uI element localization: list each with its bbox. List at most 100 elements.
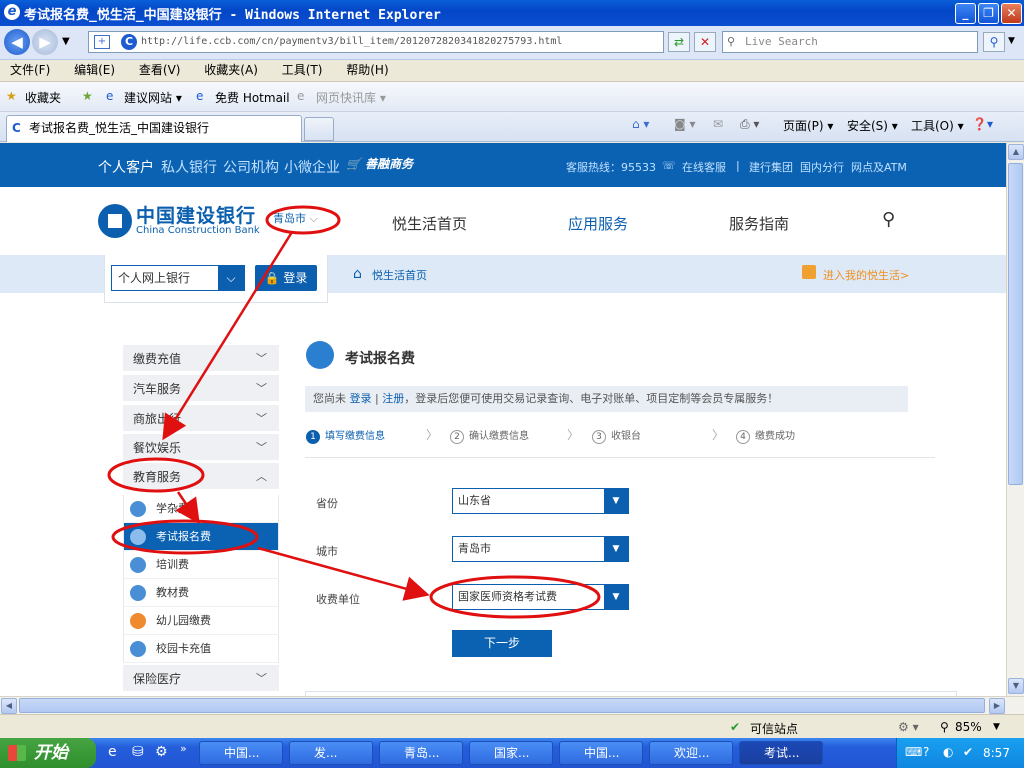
- book-icon: [130, 585, 146, 601]
- link-group[interactable]: 建行集团: [749, 159, 793, 175]
- network-icon[interactable]: ◐: [943, 745, 953, 759]
- scroll-down-icon[interactable]: ▼: [1008, 678, 1024, 694]
- back-button[interactable]: ◀: [4, 29, 30, 55]
- address-input[interactable]: http://life.ccb.com/cn/paymentv3/bill_it…: [88, 31, 664, 53]
- search-go-icon[interactable]: ⚲: [983, 32, 1005, 52]
- refresh-icon[interactable]: ⇄: [668, 32, 690, 52]
- nav-shanrong[interactable]: 🛒 善融商务: [346, 155, 413, 172]
- db-quicklaunch-icon[interactable]: ⛁: [132, 744, 144, 760]
- unit-select[interactable]: 国家医师资格考试费 ▼: [452, 584, 629, 610]
- tools-menu[interactable]: 工具(O) ▾: [911, 117, 964, 134]
- task-item[interactable]: 国家...: [469, 741, 553, 765]
- nav-app-services[interactable]: 应用服务: [568, 213, 628, 234]
- vertical-scrollbar[interactable]: ▲ ▼: [1006, 143, 1024, 696]
- bank-type-select[interactable]: 个人网上银行 ⌵: [111, 265, 245, 291]
- fav-hotmail[interactable]: 免费 Hotmail: [215, 89, 290, 106]
- print-icon[interactable]: ⎙ ▾: [740, 117, 759, 132]
- menu-view[interactable]: 查看(V): [139, 60, 181, 81]
- add-icon[interactable]: +: [94, 35, 110, 49]
- tab-current[interactable]: C 考试报名费_悦生活_中国建设银行: [6, 115, 302, 142]
- menu-tools[interactable]: 工具(T): [282, 60, 323, 81]
- start-button[interactable]: 开始: [0, 738, 96, 768]
- notice-login-link[interactable]: 登录: [350, 392, 372, 405]
- ie-quicklaunch-icon[interactable]: e: [108, 744, 117, 760]
- feeds-icon[interactable]: ◙ ▾: [674, 117, 695, 131]
- search-input[interactable]: Live Search: [722, 31, 978, 53]
- breadcrumb-home[interactable]: 悦生活首页: [372, 267, 427, 283]
- chevron-down-icon: ﹀: [256, 382, 267, 395]
- notice-register-link[interactable]: 注册: [382, 392, 404, 405]
- history-dropdown-icon[interactable]: ▼: [62, 36, 70, 47]
- sidebar-item-exam-fee[interactable]: 考试报名费: [123, 523, 279, 551]
- add-favorite-icon[interactable]: ★: [82, 89, 93, 103]
- menu-edit[interactable]: 编辑(E): [74, 60, 115, 81]
- nav-service-guide[interactable]: 服务指南: [729, 213, 789, 234]
- sidebar-cat-dining[interactable]: 餐饮娱乐 ﹀: [123, 434, 279, 462]
- sidebar-cat-auto[interactable]: 汽车服务 ﹀: [123, 375, 279, 403]
- minimize-button[interactable]: _: [955, 3, 976, 24]
- sidebar-item-training[interactable]: 培训费: [123, 551, 279, 579]
- sidebar-cat-insurance[interactable]: 保险医疗 ﹀: [123, 665, 279, 693]
- stop-icon[interactable]: ✕: [694, 32, 716, 52]
- next-button[interactable]: 下一步: [452, 630, 552, 657]
- task-item[interactable]: 青岛...: [379, 741, 463, 765]
- city-selector[interactable]: 青岛市 ⌵: [273, 210, 318, 226]
- menu-help[interactable]: 帮助(H): [346, 60, 388, 81]
- help-icon[interactable]: ❓▾: [972, 117, 993, 131]
- nav-corporate[interactable]: 公司机构: [223, 157, 279, 177]
- search-options-icon[interactable]: ▼: [1008, 36, 1015, 46]
- page-menu[interactable]: 页面(P) ▾: [783, 117, 833, 134]
- restore-button[interactable]: ❐: [978, 3, 999, 24]
- task-item[interactable]: 中国...: [559, 741, 643, 765]
- scroll-left-icon[interactable]: ◀: [1, 698, 17, 714]
- login-button[interactable]: 🔒 登录: [255, 265, 317, 291]
- task-item[interactable]: 中国...: [199, 741, 283, 765]
- close-button[interactable]: ✕: [1001, 3, 1022, 24]
- menu-favorites[interactable]: 收藏夹(A): [204, 60, 258, 81]
- chevron-down-icon[interactable]: ▼: [993, 722, 1000, 732]
- keyboard-icon[interactable]: ⌨: [905, 745, 922, 759]
- online-service-link[interactable]: 在线客服: [682, 159, 726, 175]
- province-select[interactable]: 山东省 ▼: [452, 488, 629, 514]
- link-branches[interactable]: 国内分行: [800, 159, 844, 175]
- scroll-up-icon[interactable]: ▲: [1008, 144, 1024, 160]
- home-icon[interactable]: ⌂ ▾: [632, 117, 649, 131]
- app-quicklaunch-icon[interactable]: ⚙: [155, 744, 168, 760]
- sidebar-cat-payment[interactable]: 缴费充值 ﹀: [123, 345, 279, 373]
- scroll-thumb[interactable]: [1008, 163, 1023, 485]
- security-icon[interactable]: ✔: [963, 745, 973, 759]
- sidebar-item-kindergarten[interactable]: 幼儿园缴费: [123, 607, 279, 635]
- nav-life-home[interactable]: 悦生活首页: [392, 213, 467, 234]
- zoom-level[interactable]: 85%: [955, 720, 982, 734]
- nav-small-business[interactable]: 小微企业: [284, 157, 340, 177]
- nav-personal[interactable]: 个人客户: [98, 157, 154, 177]
- favorites-button[interactable]: 收藏夹: [25, 89, 61, 106]
- help-tray-icon[interactable]: ?: [923, 745, 929, 759]
- search-icon[interactable]: ⚲: [882, 209, 895, 230]
- fav-suggested-sites[interactable]: 建议网站 ▾: [124, 89, 182, 106]
- scroll-right-icon[interactable]: ▶: [989, 698, 1005, 714]
- new-tab-button[interactable]: [304, 117, 334, 141]
- nav-private-banking[interactable]: 私人银行: [161, 157, 217, 177]
- sidebar-item-campus-card[interactable]: 校园卡充值: [123, 635, 279, 663]
- my-life-link[interactable]: 进入我的悦生活>: [823, 267, 909, 283]
- task-item-active[interactable]: 考试...: [739, 741, 823, 765]
- safety-menu[interactable]: 安全(S) ▾: [847, 117, 898, 134]
- task-item[interactable]: 发...: [289, 741, 373, 765]
- protected-mode-icon[interactable]: ⚙ ▾: [898, 720, 919, 734]
- sidebar-cat-education[interactable]: 教育服务 ︿: [123, 463, 279, 491]
- more-icon[interactable]: »: [180, 742, 187, 755]
- scroll-thumb[interactable]: [19, 698, 985, 713]
- forward-button[interactable]: ▶: [32, 29, 58, 55]
- fav-web-slice[interactable]: 网页快讯库 ▾: [316, 89, 386, 106]
- chevron-down-icon: ﹀: [256, 352, 267, 365]
- mail-icon[interactable]: ✉: [713, 117, 723, 131]
- horizontal-scrollbar[interactable]: ◀ ▶: [0, 696, 1024, 714]
- task-item[interactable]: 欢迎...: [649, 741, 733, 765]
- menu-file[interactable]: 文件(F): [10, 60, 50, 81]
- sidebar-item-textbook[interactable]: 教材费: [123, 579, 279, 607]
- city-select[interactable]: 青岛市 ▼: [452, 536, 629, 562]
- link-atm[interactable]: 网点及ATM: [851, 159, 907, 175]
- sidebar-item-tuition[interactable]: 学杂费: [123, 495, 279, 523]
- sidebar-cat-travel[interactable]: 商旅出行 ﹀: [123, 405, 279, 433]
